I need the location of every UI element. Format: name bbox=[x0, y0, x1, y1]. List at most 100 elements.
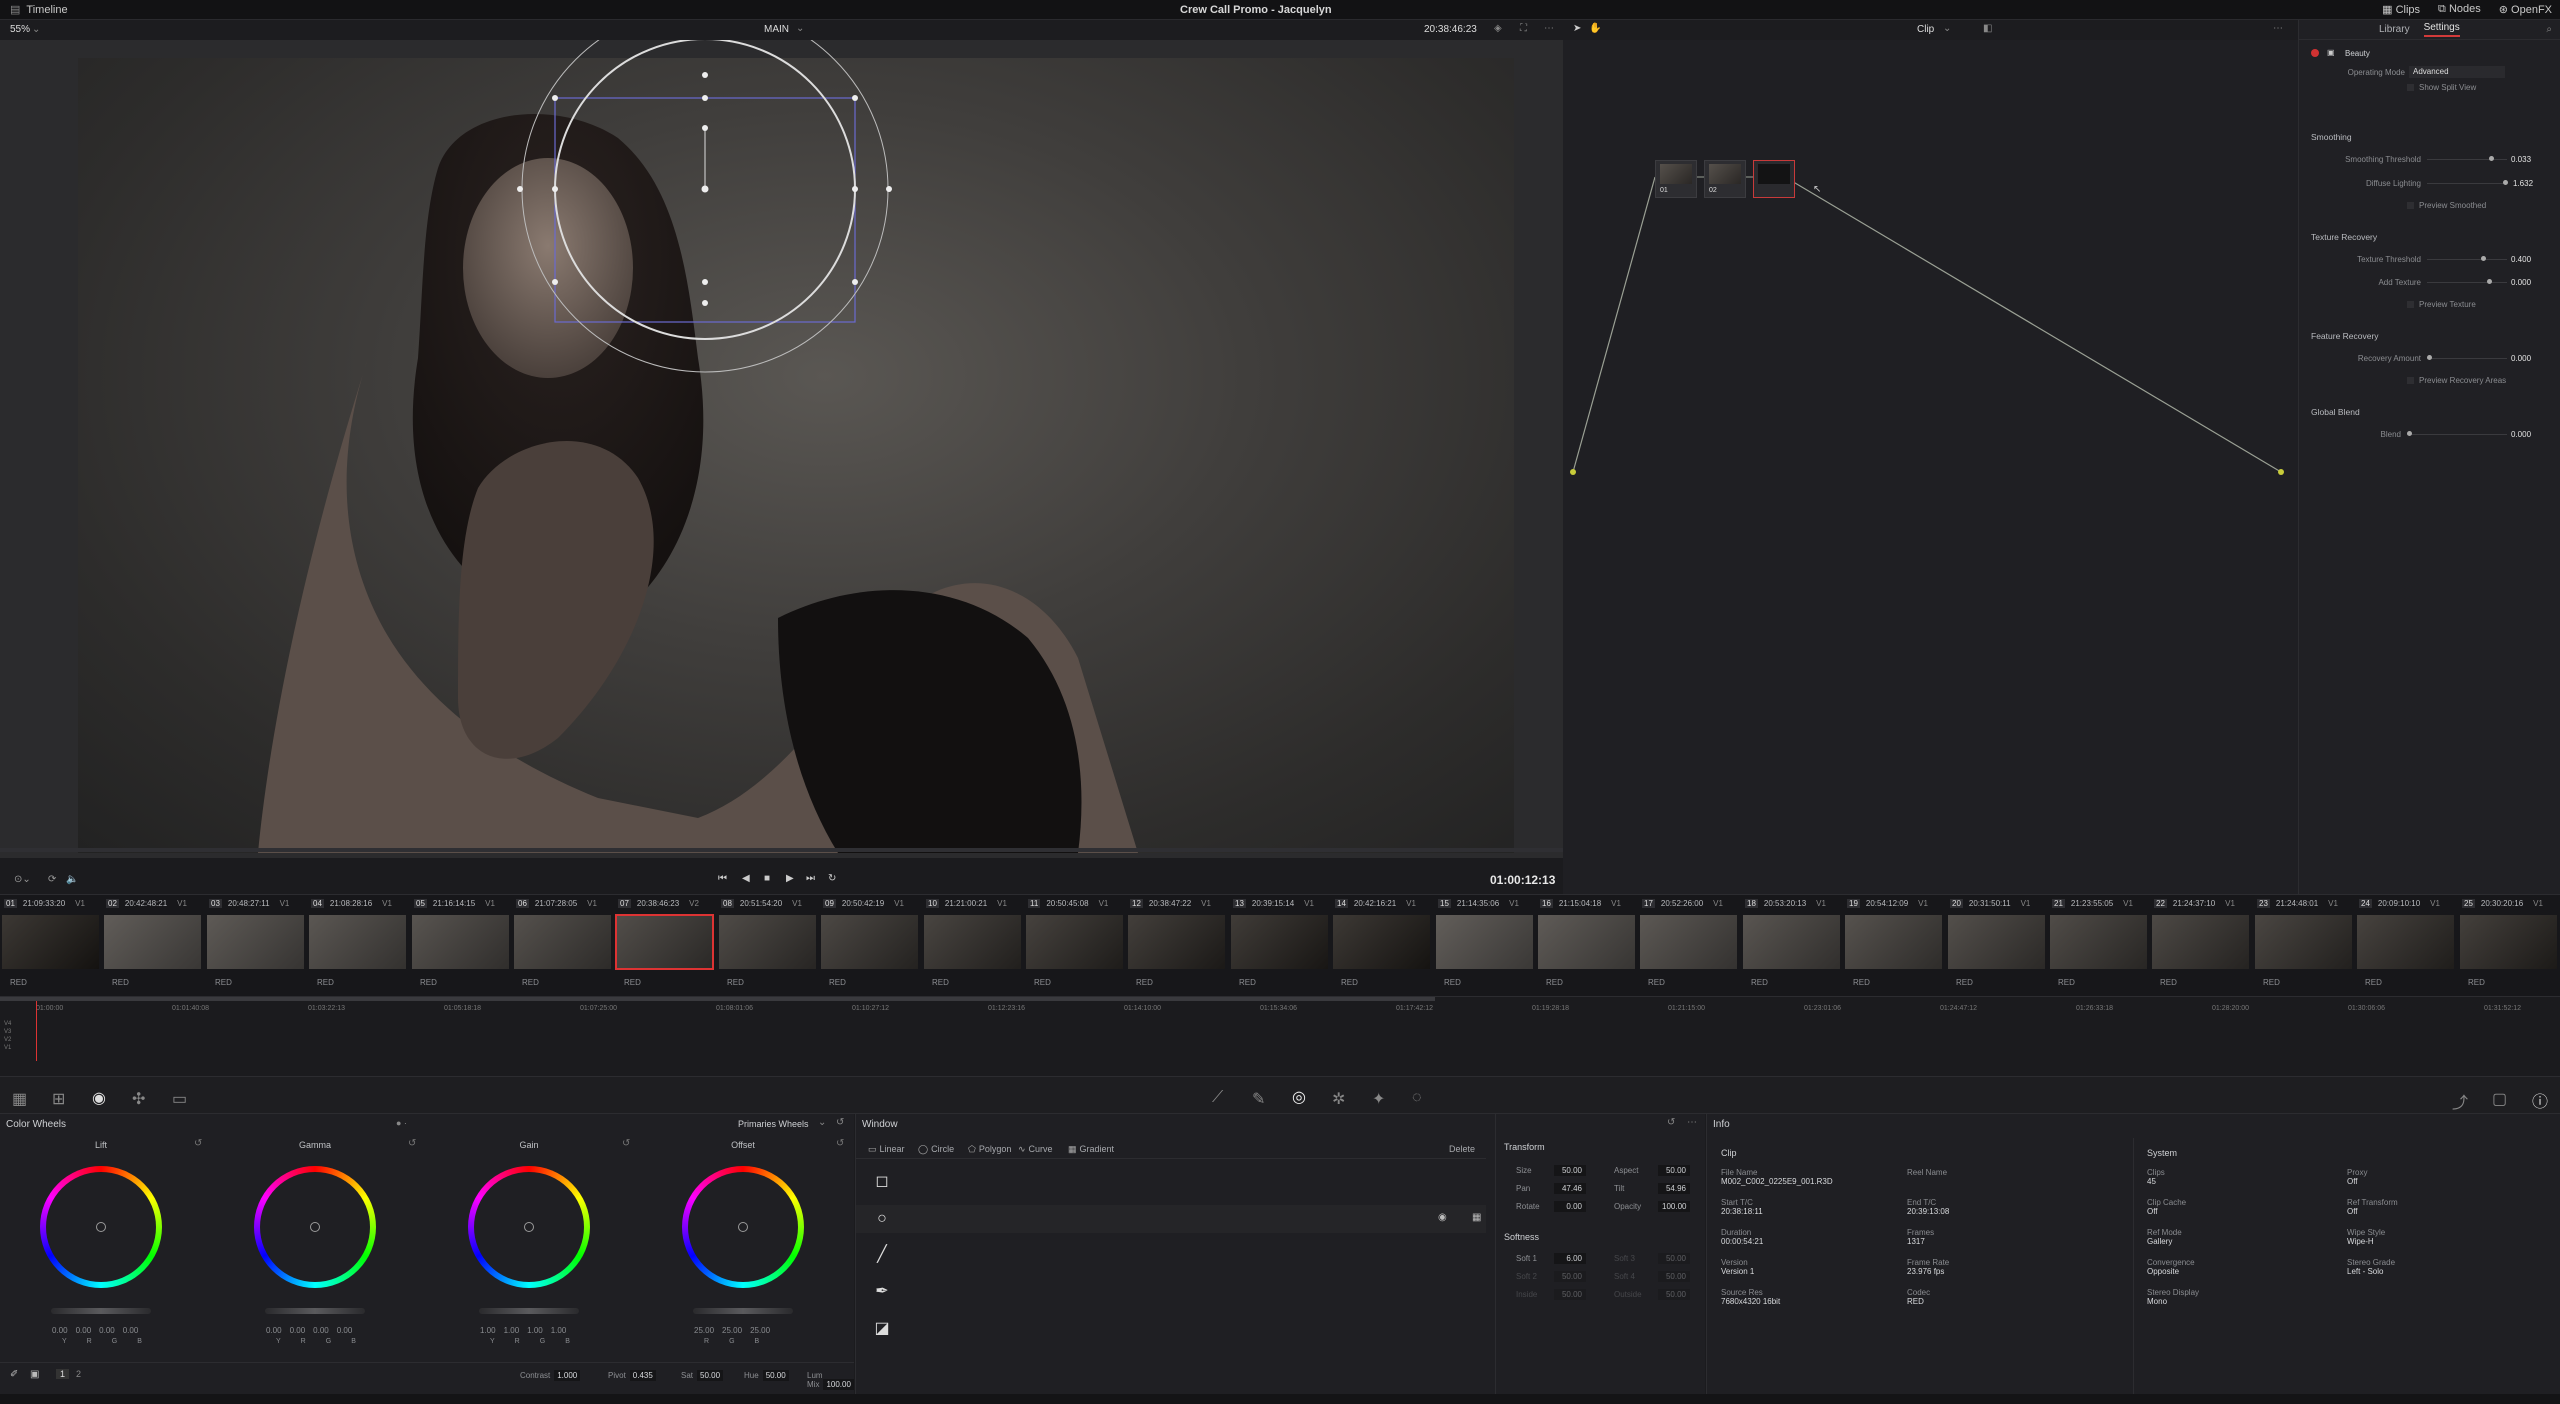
clip-thumbnail[interactable] bbox=[821, 915, 918, 969]
wheel-value[interactable]: 0.00 bbox=[337, 1326, 353, 1335]
wheel-value[interactable]: 1.00 bbox=[527, 1326, 543, 1335]
wheel-center-handle[interactable] bbox=[96, 1222, 106, 1232]
field-value[interactable]: 50.00 bbox=[1658, 1165, 1690, 1176]
wheel-value[interactable]: 1.00 bbox=[551, 1326, 567, 1335]
clip-thumbnail[interactable] bbox=[1026, 915, 1123, 969]
footer-value[interactable]: 0.435 bbox=[629, 1370, 656, 1381]
window-linear-icon[interactable]: ╱ bbox=[870, 1242, 894, 1266]
clip-thumbnail[interactable] bbox=[2050, 915, 2147, 969]
wheel-value[interactable]: 25.00 bbox=[694, 1326, 714, 1335]
scrubber-track[interactable] bbox=[0, 848, 1563, 852]
param-value[interactable]: 1.632 bbox=[2513, 179, 2533, 188]
clip-thumbnail[interactable] bbox=[719, 915, 816, 969]
clip-thumbnail[interactable] bbox=[412, 915, 509, 969]
footer-value[interactable]: 50.00 bbox=[762, 1370, 789, 1381]
delete-button[interactable]: Delete bbox=[1449, 1144, 1475, 1154]
loop-play-icon[interactable]: ↻ bbox=[828, 873, 836, 884]
slider-handle[interactable] bbox=[2481, 256, 2486, 261]
clips-button[interactable]: ▦ Clips bbox=[2382, 3, 2420, 16]
field-value[interactable]: 50.00 bbox=[1658, 1253, 1690, 1264]
timeline-icon[interactable]: ▤ bbox=[10, 3, 20, 16]
wheel-mode-select[interactable]: Primaries Wheels bbox=[738, 1119, 809, 1129]
param-value[interactable]: 0.000 bbox=[2511, 354, 2531, 363]
more-options-icon[interactable]: ⋯ bbox=[1687, 1117, 1697, 1128]
timeline-label[interactable]: Timeline bbox=[26, 4, 67, 16]
param-value[interactable]: 0.000 bbox=[2511, 278, 2531, 287]
reset-icon[interactable]: ↺ bbox=[1667, 1117, 1675, 1128]
wheel-value[interactable]: 0.00 bbox=[290, 1326, 306, 1335]
field-value[interactable]: 100.00 bbox=[1658, 1201, 1690, 1212]
node-03-selected[interactable] bbox=[1753, 160, 1795, 198]
gain-master-slider[interactable] bbox=[479, 1308, 579, 1314]
clip-thumbnail[interactable] bbox=[207, 915, 304, 969]
param-value[interactable]: 0.000 bbox=[2511, 430, 2531, 439]
reverse-play-icon[interactable]: ◀ bbox=[742, 873, 750, 884]
clip-thumbnail[interactable] bbox=[1640, 915, 1737, 969]
section-global-blend[interactable]: Global Blend bbox=[2311, 407, 2360, 417]
magic-mask-icon[interactable]: ✦ bbox=[1372, 1089, 1385, 1109]
clip-thumbnail[interactable] bbox=[2152, 915, 2249, 969]
clip-thumbnail[interactable] bbox=[2255, 915, 2352, 969]
section-feature-recovery[interactable]: Feature Recovery bbox=[2311, 331, 2379, 341]
window-tool-circle[interactable]: ◯ Circle bbox=[918, 1144, 954, 1155]
clip-thumbnail[interactable] bbox=[1743, 915, 1840, 969]
window-square-icon[interactable]: ◻ bbox=[870, 1169, 894, 1193]
field-value[interactable]: 6.00 bbox=[1554, 1253, 1586, 1264]
section-texture-recovery[interactable]: Texture Recovery bbox=[2311, 232, 2377, 242]
clip-thumbnail[interactable] bbox=[1845, 915, 1942, 969]
field-value[interactable]: 54.96 bbox=[1658, 1183, 1690, 1194]
field-value[interactable]: 50.00 bbox=[1554, 1289, 1586, 1300]
color-match-icon[interactable]: ⊞ bbox=[52, 1089, 65, 1109]
nodes-button[interactable]: ⧉ Nodes bbox=[2438, 3, 2481, 16]
curves-icon[interactable]: ⟋ bbox=[1212, 1089, 1223, 1107]
blur-icon[interactable]: ◌ bbox=[1412, 1089, 1422, 1107]
timeline-scroll[interactable] bbox=[0, 997, 1435, 1001]
wheel-value[interactable]: 0.00 bbox=[76, 1326, 92, 1335]
node-02[interactable]: 02 bbox=[1704, 160, 1746, 198]
wheel-value[interactable]: 0.00 bbox=[266, 1326, 282, 1335]
preview-checkbox[interactable] bbox=[2407, 202, 2414, 209]
field-value[interactable]: 50.00 bbox=[1658, 1289, 1690, 1300]
qualifier-icon[interactable]: ✎ bbox=[1252, 1089, 1265, 1109]
wheel-center-handle[interactable] bbox=[310, 1222, 320, 1232]
clip-thumbnail[interactable] bbox=[2460, 915, 2557, 969]
wheel-value[interactable]: 1.00 bbox=[480, 1326, 496, 1335]
offset-master-slider[interactable] bbox=[693, 1308, 793, 1314]
param-value[interactable]: 0.400 bbox=[2511, 255, 2531, 264]
field-value[interactable]: 47.46 bbox=[1554, 1183, 1586, 1194]
reset-icon[interactable]: ↺ bbox=[836, 1117, 844, 1128]
clip-thumbnail[interactable] bbox=[1436, 915, 1533, 969]
node-graph[interactable]: 01 02 ↖ bbox=[1563, 40, 2298, 894]
circle-power-window[interactable] bbox=[0, 40, 1563, 858]
param-slider[interactable] bbox=[2427, 259, 2507, 260]
param-slider[interactable] bbox=[2427, 358, 2507, 359]
window-pen-icon[interactable]: ✒ bbox=[870, 1279, 894, 1303]
sizing-icon[interactable]: ▢ bbox=[2492, 1089, 2507, 1109]
field-value[interactable]: 50.00 bbox=[1658, 1271, 1690, 1282]
window-tool-curve[interactable]: ∿ Curve bbox=[1018, 1144, 1053, 1155]
operating-mode-select[interactable]: Advanced bbox=[2409, 66, 2505, 78]
viewer-options-icon[interactable]: ⊙⌄ bbox=[14, 874, 31, 885]
window-tool-linear[interactable]: ▭ Linear bbox=[868, 1144, 905, 1155]
tab-settings[interactable]: Settings bbox=[2423, 22, 2460, 37]
gamma-master-slider[interactable] bbox=[265, 1308, 365, 1314]
clip-thumbnail[interactable] bbox=[1333, 915, 1430, 969]
clip-thumbnail[interactable] bbox=[514, 915, 611, 969]
clip-thumbnail[interactable] bbox=[104, 915, 201, 969]
tab-library[interactable]: Library bbox=[2379, 24, 2410, 35]
chevron-down-icon[interactable]: ⌄ bbox=[796, 23, 804, 34]
chevron-down-icon[interactable]: ⌄ bbox=[1943, 23, 1951, 34]
clip-thumbnail[interactable] bbox=[1128, 915, 1225, 969]
field-value[interactable]: 50.00 bbox=[1554, 1165, 1586, 1176]
footer-value[interactable]: 1.000 bbox=[554, 1370, 581, 1381]
chevron-down-icon[interactable]: ⌄ bbox=[32, 24, 40, 35]
gallery-icon[interactable]: ◈ bbox=[1494, 23, 1502, 34]
motion-effects-icon[interactable]: ▭ bbox=[172, 1089, 187, 1109]
param-slider[interactable] bbox=[2427, 183, 2507, 184]
skip-back-icon[interactable]: ⏮ bbox=[718, 873, 727, 884]
param-slider[interactable] bbox=[2407, 434, 2507, 435]
reset-icon[interactable]: ↺ bbox=[408, 1138, 416, 1149]
tracker-icon[interactable]: ✲ bbox=[1332, 1089, 1345, 1109]
slider-handle[interactable] bbox=[2407, 431, 2412, 436]
slider-handle[interactable] bbox=[2503, 180, 2508, 185]
